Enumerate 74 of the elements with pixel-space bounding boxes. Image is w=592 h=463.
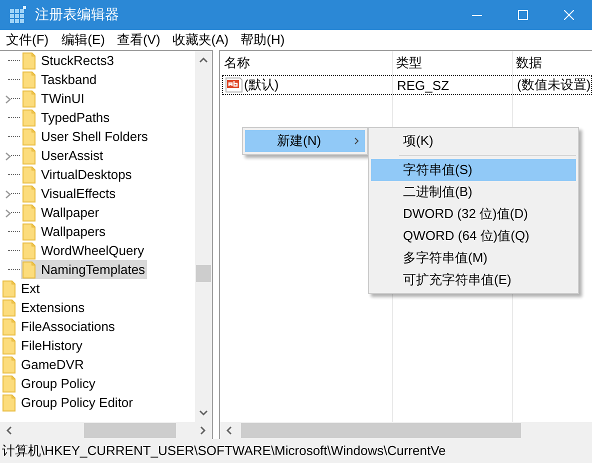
folder-icon bbox=[22, 146, 38, 164]
tree-item[interactable]: Extensions bbox=[1, 298, 87, 317]
chevron-icon[interactable] bbox=[5, 190, 11, 199]
scroll-thumb[interactable] bbox=[196, 265, 211, 282]
chevron-icon[interactable] bbox=[5, 95, 11, 104]
tree-item[interactable]: NamingTemplates bbox=[21, 260, 148, 279]
folder-icon bbox=[2, 280, 18, 298]
menu-item[interactable]: 查看(V) bbox=[116, 30, 160, 48]
menu-item[interactable]: 收藏夹(A) bbox=[172, 30, 229, 48]
menu-item[interactable]: 二进制值(B) bbox=[371, 181, 576, 203]
key-path: 计算机\HKEY_CURRENT_USER\SOFTWARE\Microsoft\Windows\CurrentVe bbox=[2, 442, 446, 460]
folder-icon bbox=[22, 260, 38, 278]
tree-item[interactable]: UserAssist bbox=[21, 146, 106, 165]
tree-item[interactable]: VisualEffects bbox=[21, 184, 118, 203]
folder-icon bbox=[22, 90, 38, 108]
string-value-icon bbox=[225, 77, 243, 93]
tree-item[interactable]: StuckRects3 bbox=[21, 51, 116, 70]
value-data: (数值未设置) bbox=[516, 76, 591, 94]
menu-item[interactable]: 多字符串值(M) bbox=[371, 247, 576, 269]
tree-item[interactable]: User Shell Folders bbox=[21, 127, 150, 146]
tree-item[interactable]: Wallpapers bbox=[21, 222, 108, 241]
chevron-icon[interactable] bbox=[5, 152, 11, 161]
tree-item[interactable]: WordWheelQuery bbox=[21, 241, 146, 260]
close-icon bbox=[564, 10, 574, 20]
tree-item[interactable]: VirtualDesktops bbox=[21, 165, 134, 184]
vertical-scrollbar[interactable] bbox=[195, 51, 212, 422]
horizontal-scrollbar[interactable] bbox=[220, 422, 592, 439]
menu-item[interactable]: 帮助(H) bbox=[240, 30, 285, 48]
tree-item[interactable]: TWinUI bbox=[21, 89, 86, 108]
tree-item[interactable]: GameDVR bbox=[1, 355, 86, 374]
folder-icon bbox=[22, 242, 38, 260]
folder-icon bbox=[2, 374, 18, 392]
folder-icon bbox=[22, 204, 38, 222]
window-title: 注册表编辑器 bbox=[35, 6, 120, 24]
folder-icon bbox=[2, 336, 18, 354]
folder-icon bbox=[2, 318, 18, 336]
menu-item[interactable]: 新建(N) bbox=[245, 130, 365, 152]
scroll-thumb[interactable] bbox=[241, 423, 521, 438]
column-header[interactable]: 类型 bbox=[391, 54, 511, 72]
menu-item[interactable]: 编辑(E) bbox=[62, 30, 105, 48]
scroll-thumb[interactable] bbox=[84, 423, 176, 438]
chevron-icon[interactable] bbox=[5, 209, 11, 218]
tree-item[interactable]: Ext bbox=[1, 279, 42, 298]
folder-icon bbox=[22, 108, 38, 126]
menu-item[interactable]: DWORD (32 位)值(D) bbox=[371, 203, 576, 225]
column-header[interactable]: 数据 bbox=[511, 54, 542, 72]
menu-item[interactable]: 可扩充字符串值(E) bbox=[371, 269, 576, 291]
folder-icon bbox=[22, 222, 38, 240]
folder-icon bbox=[2, 356, 18, 374]
tree-item[interactable]: TypedPaths bbox=[21, 108, 112, 127]
menu-item[interactable]: 项(K) bbox=[371, 130, 576, 152]
tree-item[interactable]: Group Policy Editor bbox=[1, 393, 135, 412]
column-header[interactable]: 名称 bbox=[220, 54, 391, 72]
horizontal-scrollbar[interactable] bbox=[0, 422, 212, 439]
folder-icon bbox=[22, 52, 38, 70]
tree-item[interactable]: FileAssociations bbox=[1, 317, 117, 336]
tree-item[interactable]: Wallpaper bbox=[21, 203, 102, 222]
maximize-icon bbox=[518, 10, 528, 20]
folder-icon bbox=[22, 184, 38, 202]
tree-item[interactable]: FileHistory bbox=[1, 336, 84, 355]
folder-icon bbox=[22, 128, 38, 146]
folder-icon bbox=[2, 298, 18, 316]
registry-icon bbox=[9, 6, 27, 24]
value-type: REG_SZ bbox=[396, 78, 450, 92]
folder-icon bbox=[22, 166, 38, 184]
value-row[interactable]: (默认) REG_SZ (数值未设置) bbox=[222, 75, 592, 95]
folder-icon bbox=[22, 70, 38, 88]
menu-item[interactable]: 文件(F) bbox=[6, 30, 49, 48]
tree-item[interactable]: Group Policy bbox=[1, 374, 98, 393]
value-name: (默认) bbox=[244, 76, 279, 94]
menu-item[interactable]: 字符串值(S) bbox=[371, 159, 576, 181]
menu-item[interactable]: QWORD (64 位)值(Q) bbox=[371, 225, 576, 247]
folder-icon bbox=[2, 394, 18, 412]
tree-item[interactable]: Taskband bbox=[21, 70, 99, 89]
